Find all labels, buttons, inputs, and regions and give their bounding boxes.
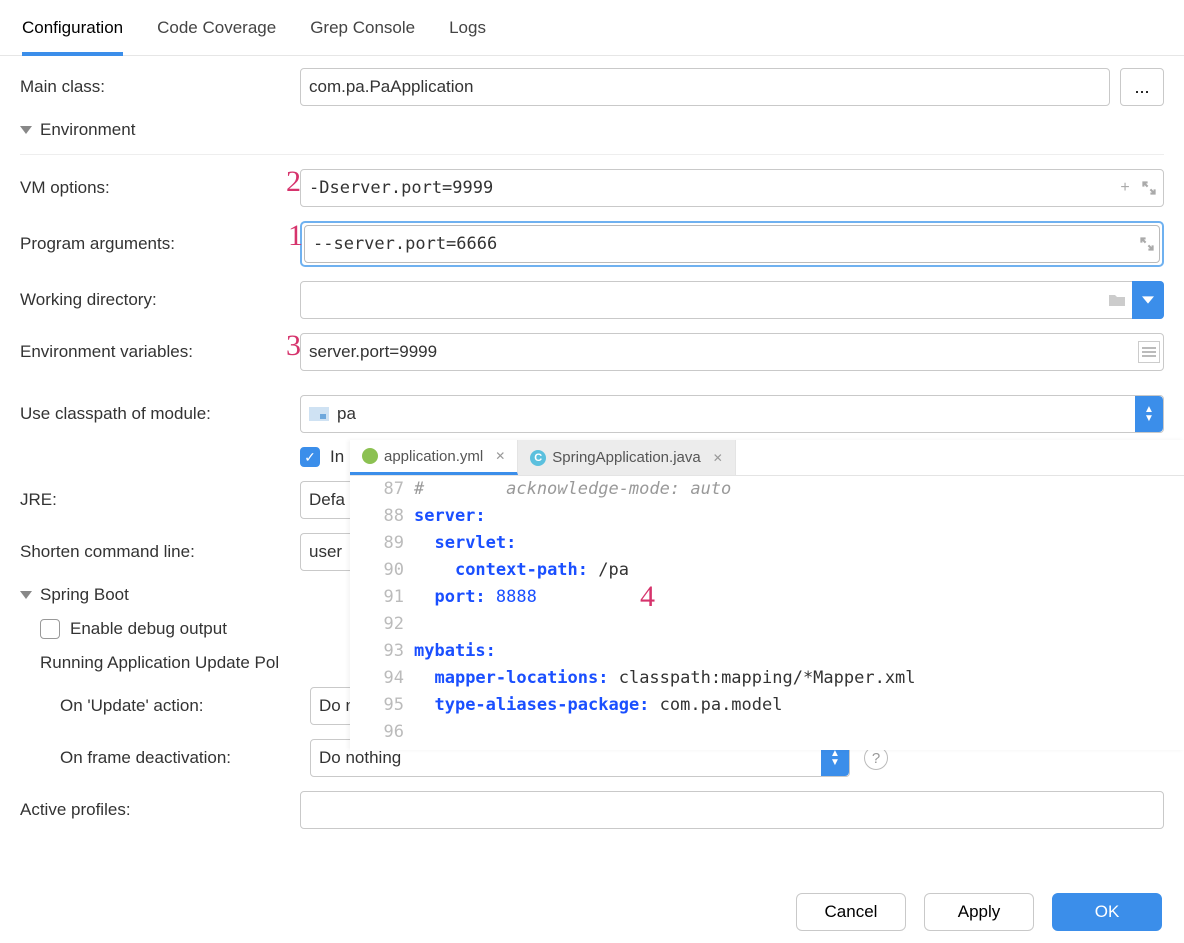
apply-button[interactable]: Apply bbox=[924, 893, 1034, 931]
code-editor[interactable]: # acknowledge-mode: auto server: servlet… bbox=[410, 476, 1184, 750]
annotation-1: 1 bbox=[288, 219, 303, 253]
editor-overlay: application.yml ✕ C SpringApplication.ja… bbox=[350, 440, 1184, 750]
label-program-args: Program arguments: bbox=[20, 234, 300, 254]
vm-options-input[interactable] bbox=[300, 169, 1164, 207]
label-classpath: Use classpath of module: bbox=[20, 404, 300, 424]
label-env-vars: Environment variables: bbox=[20, 342, 300, 362]
label-vm-options: VM options: bbox=[20, 178, 300, 198]
environment-section-toggle[interactable]: Environment bbox=[20, 120, 1164, 140]
spring-boot-title: Spring Boot bbox=[40, 585, 129, 605]
close-icon[interactable]: ✕ bbox=[495, 449, 505, 463]
yml-file-icon bbox=[362, 448, 378, 464]
classpath-module-value: pa bbox=[337, 404, 356, 424]
chevron-down-icon bbox=[20, 126, 32, 134]
jre-select[interactable]: Defa bbox=[300, 481, 356, 519]
shorten-value: user bbox=[309, 542, 342, 562]
tab-logs[interactable]: Logs bbox=[449, 8, 486, 55]
jre-value: Defa bbox=[309, 490, 345, 510]
enable-debug-checkbox[interactable] bbox=[40, 619, 60, 639]
annotation-4: 4 bbox=[640, 580, 655, 614]
shorten-select[interactable]: user bbox=[300, 533, 356, 571]
tab-grep-console[interactable]: Grep Console bbox=[310, 8, 415, 55]
chevron-down-icon bbox=[20, 591, 32, 599]
include-dependencies-checkbox[interactable]: ✓ bbox=[300, 447, 320, 467]
cancel-button[interactable]: Cancel bbox=[796, 893, 906, 931]
label-on-update: On 'Update' action: bbox=[60, 696, 310, 716]
line-number-gutter: 87888990919293949596 bbox=[350, 476, 410, 750]
expand-icon[interactable] bbox=[1140, 179, 1158, 197]
divider bbox=[20, 154, 1164, 155]
label-on-frame-deact: On frame deactivation: bbox=[60, 748, 310, 768]
annotation-3: 3 bbox=[286, 329, 301, 363]
program-args-input[interactable] bbox=[304, 225, 1160, 263]
tab-code-coverage[interactable]: Code Coverage bbox=[157, 8, 276, 55]
active-profiles-input[interactable] bbox=[300, 791, 1164, 829]
classpath-module-select[interactable]: pa ▲▼ bbox=[300, 395, 1164, 433]
main-class-input[interactable] bbox=[300, 68, 1110, 106]
main-class-browse-button[interactable]: ... bbox=[1120, 68, 1164, 106]
module-icon bbox=[309, 406, 329, 422]
on-frame-deact-value: Do nothing bbox=[319, 748, 401, 768]
label-main-class: Main class: bbox=[20, 77, 300, 97]
close-icon[interactable]: ✕ bbox=[713, 451, 723, 465]
include-dependencies-label: In bbox=[330, 447, 344, 467]
label-active-profiles: Active profiles: bbox=[20, 800, 300, 820]
file-tab-label: application.yml bbox=[384, 448, 483, 465]
ok-button[interactable]: OK bbox=[1052, 893, 1162, 931]
tab-configuration[interactable]: Configuration bbox=[22, 8, 123, 56]
label-shorten: Shorten command line: bbox=[20, 542, 300, 562]
file-tab-label: SpringApplication.java bbox=[552, 449, 700, 466]
working-dir-dropdown-button[interactable] bbox=[1132, 281, 1164, 319]
java-file-icon: C bbox=[530, 450, 546, 466]
label-working-dir: Working directory: bbox=[20, 290, 300, 310]
enable-debug-label: Enable debug output bbox=[70, 619, 227, 639]
env-vars-input[interactable] bbox=[300, 333, 1164, 371]
label-jre: JRE: bbox=[20, 490, 300, 510]
environment-title: Environment bbox=[40, 120, 135, 140]
working-dir-input[interactable] bbox=[300, 281, 1164, 319]
plus-icon[interactable]: + bbox=[1116, 179, 1134, 197]
update-policies-label: Running Application Update Pol bbox=[40, 653, 279, 673]
expand-icon[interactable] bbox=[1138, 235, 1156, 253]
env-vars-list-button[interactable] bbox=[1138, 341, 1160, 363]
annotation-2: 2 bbox=[286, 165, 301, 199]
file-tab-spring-application-java[interactable]: C SpringApplication.java ✕ bbox=[518, 440, 736, 475]
file-tab-application-yml[interactable]: application.yml ✕ bbox=[350, 440, 518, 475]
classpath-updown-button[interactable]: ▲▼ bbox=[1135, 396, 1163, 432]
folder-icon bbox=[1102, 281, 1132, 319]
